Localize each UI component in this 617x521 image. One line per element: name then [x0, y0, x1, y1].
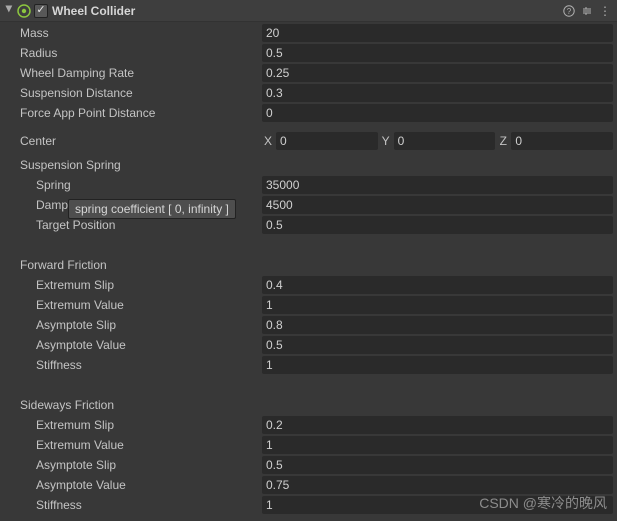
force-app-point-input[interactable] — [262, 104, 613, 122]
fwd-stiffness-row: Stiffness — [4, 355, 613, 375]
center-y-input[interactable] — [394, 132, 496, 150]
forward-friction-header[interactable]: Forward Friction — [4, 255, 613, 275]
side-asymptote-slip-input[interactable] — [262, 456, 613, 474]
center-x-input[interactable] — [276, 132, 378, 150]
fwd-extremum-slip-input[interactable] — [262, 276, 613, 294]
side-extremum-slip-input[interactable] — [262, 416, 613, 434]
component-body: Mass Radius Wheel Damping Rate Suspensio… — [0, 22, 617, 516]
force-app-point-row: Force App Point Distance — [4, 103, 613, 123]
target-position-label: Target Position — [4, 218, 262, 232]
radius-input[interactable] — [262, 44, 613, 62]
axis-y-label: Y — [380, 134, 392, 148]
radius-row: Radius — [4, 43, 613, 63]
side-asymptote-value-label: Asymptote Value — [4, 478, 262, 492]
mass-input[interactable] — [262, 24, 613, 42]
spring-input[interactable] — [262, 176, 613, 194]
wheel-damping-label: Wheel Damping Rate — [4, 66, 262, 80]
fwd-asymptote-value-label: Asymptote Value — [4, 338, 262, 352]
suspension-spring-header[interactable]: Suspension Spring — [4, 155, 613, 175]
force-app-point-label: Force App Point Distance — [4, 106, 262, 120]
fwd-asymptote-slip-input[interactable] — [262, 316, 613, 334]
side-stiffness-label: Stiffness — [4, 498, 262, 512]
foldout-icon[interactable]: ▶ — [4, 6, 15, 16]
enable-checkbox[interactable]: ✓ — [34, 4, 48, 18]
side-asymptote-slip-row: Asymptote Slip — [4, 455, 613, 475]
help-icon[interactable]: ? — [561, 3, 577, 19]
spring-label: Spring — [4, 178, 262, 192]
side-extremum-value-label: Extremum Value — [4, 438, 262, 452]
damper-input[interactable] — [262, 196, 613, 214]
fwd-stiffness-input[interactable] — [262, 356, 613, 374]
fwd-asymptote-slip-label: Asymptote Slip — [4, 318, 262, 332]
suspension-distance-row: Suspension Distance — [4, 83, 613, 103]
wheel-damping-input[interactable] — [262, 64, 613, 82]
fwd-extremum-slip-row: Extremum Slip — [4, 275, 613, 295]
suspension-distance-input[interactable] — [262, 84, 613, 102]
component-header: ▶ ✓ Wheel Collider ? ⋮ — [0, 0, 617, 22]
side-asymptote-value-input[interactable] — [262, 476, 613, 494]
fwd-extremum-value-row: Extremum Value — [4, 295, 613, 315]
fwd-extremum-slip-label: Extremum Slip — [4, 278, 262, 292]
context-menu-icon[interactable]: ⋮ — [597, 3, 613, 19]
fwd-asymptote-slip-row: Asymptote Slip — [4, 315, 613, 335]
side-extremum-slip-row: Extremum Slip — [4, 415, 613, 435]
axis-x-label: X — [262, 134, 274, 148]
fwd-asymptote-value-row: Asymptote Value — [4, 335, 613, 355]
center-row: Center X Y Z — [4, 131, 613, 151]
center-z-input[interactable] — [511, 132, 613, 150]
center-label: Center — [4, 134, 262, 148]
side-asymptote-slip-label: Asymptote Slip — [4, 458, 262, 472]
wheel-collider-icon — [17, 4, 31, 18]
side-extremum-value-row: Extremum Value — [4, 435, 613, 455]
side-extremum-value-input[interactable] — [262, 436, 613, 454]
svg-text:?: ? — [567, 7, 572, 16]
side-stiffness-input[interactable] — [262, 496, 613, 514]
fwd-asymptote-value-input[interactable] — [262, 336, 613, 354]
tooltip: spring coefficient [ 0, infinity ] — [68, 199, 236, 219]
radius-label: Radius — [4, 46, 262, 60]
axis-z-label: Z — [497, 134, 509, 148]
fwd-extremum-value-input[interactable] — [262, 296, 613, 314]
target-position-input[interactable] — [262, 216, 613, 234]
side-asymptote-value-row: Asymptote Value — [4, 475, 613, 495]
component-title: Wheel Collider — [52, 4, 559, 18]
fwd-extremum-value-label: Extremum Value — [4, 298, 262, 312]
suspension-distance-label: Suspension Distance — [4, 86, 262, 100]
sideways-friction-header[interactable]: Sideways Friction — [4, 395, 613, 415]
side-extremum-slip-label: Extremum Slip — [4, 418, 262, 432]
mass-row: Mass — [4, 23, 613, 43]
preset-icon[interactable] — [579, 3, 595, 19]
center-vector: X Y Z — [262, 132, 613, 150]
wheel-damping-row: Wheel Damping Rate — [4, 63, 613, 83]
mass-label: Mass — [4, 26, 262, 40]
side-stiffness-row: Stiffness — [4, 495, 613, 515]
spring-row: Spring — [4, 175, 613, 195]
fwd-stiffness-label: Stiffness — [4, 358, 262, 372]
